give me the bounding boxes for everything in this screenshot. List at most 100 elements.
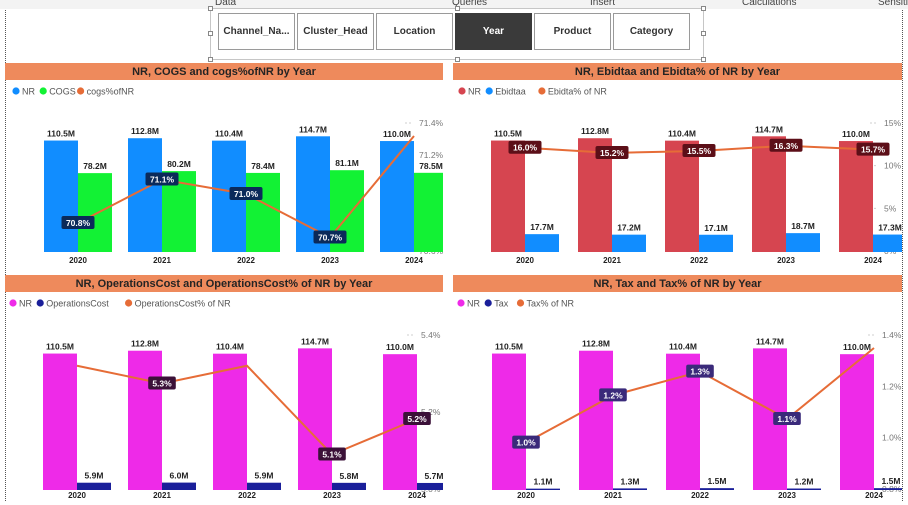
canvas-right-border (902, 10, 903, 501)
chart-nr-ebidtaa-svg: NREbidtaaEbidta% of NR15%10%5%0%110.5M17… (458, 87, 902, 265)
y-axis-tick-label: 1.2% (882, 381, 902, 391)
legend-marker-tax-of-nr (516, 299, 525, 307)
slicer-button-channel-name[interactable]: Channel_Na... (218, 13, 295, 50)
data-label-nr-2024: 110.0M (383, 129, 411, 139)
bar-tax-2022 (700, 488, 734, 490)
legend-marker-nr (12, 87, 20, 95)
data-label-nr-2023: 114.7M (756, 336, 784, 346)
bar-nr-2021 (128, 350, 162, 490)
y-axis-tick-label: 1.4% (882, 330, 902, 340)
line-data-label-operationscost-of-nr-2021: 5.3% (152, 379, 172, 389)
x-axis-tick-label: 2024 (864, 256, 882, 265)
data-label-nr-2020: 110.5M (47, 129, 75, 139)
legend-label-nr: NR (468, 87, 481, 97)
data-label-nr-2022: 110.4M (669, 342, 697, 352)
resize-handle[interactable] (208, 6, 213, 11)
data-label-operationscost-2020: 5.9M (85, 471, 104, 481)
bar-cogs-2020 (78, 173, 112, 252)
x-axis-tick-label: 2024 (408, 491, 426, 500)
data-label-nr-2021: 112.8M (131, 126, 159, 136)
data-label-cogs-2020: 78.2M (83, 161, 107, 171)
x-axis-tick-label: 2023 (323, 491, 341, 500)
bar-operationscost-2020 (77, 482, 111, 490)
legend-label-operationscost: OperationsCost (46, 299, 109, 309)
data-label-nr-2020: 110.5M (46, 342, 74, 352)
resize-handle[interactable] (208, 31, 213, 36)
legend-marker-operationscost (36, 299, 44, 307)
slicer-button-cluster-head[interactable]: Cluster_Head (297, 13, 374, 50)
chart-title: NR, OperationsCost and OperationsCost% o… (5, 275, 443, 292)
chart-title: NR, Ebidtaa and Ebidta% of NR by Year (453, 63, 902, 80)
line-data-label-cogs-ofnr-2022: 71.0% (234, 189, 259, 199)
data-label-tax-2022: 1.5M (708, 476, 727, 486)
bar-tax-2021 (613, 488, 647, 490)
data-label-cogs-2022: 78.4M (251, 161, 275, 171)
line-data-label-tax-of-nr-2021: 1.2% (603, 390, 623, 400)
bar-cogs-2024 (414, 172, 443, 252)
x-axis-tick-label: 2021 (153, 256, 171, 265)
chart-panel-nr-tax[interactable]: NR, Tax and Tax% of NR by Year NR Tax Tax%… (453, 275, 902, 503)
line-data-label-tax-of-nr-2022: 1.3% (690, 367, 710, 377)
bar-nr-2023 (752, 136, 786, 252)
resize-handle[interactable] (455, 57, 460, 62)
line-data-label-cogs-ofnr-2023: 70.7% (318, 233, 343, 243)
x-axis-tick-label: 2021 (153, 491, 171, 500)
data-label-nr-2023: 114.7M (755, 124, 783, 134)
line-data-label-cogs-ofnr-2021: 71.1% (150, 175, 175, 185)
legend-marker-cogs (39, 87, 47, 95)
slicer-button-category[interactable]: Category (613, 13, 690, 50)
data-label-tax-2021: 1.3M (621, 476, 640, 486)
data-label-ebidtaa-2020: 17.7M (530, 222, 554, 232)
data-label-nr-2023: 114.7M (299, 124, 327, 134)
data-label-cogs-2023: 81.1M (335, 158, 359, 168)
chart-panel-nr-cogs[interactable]: NR, COGS and cogs%ofNR by Year NR COGS cog… (5, 63, 443, 268)
legend-label-nr: NR (467, 299, 480, 309)
data-label-ebidtaa-2022: 17.1M (704, 223, 728, 233)
legend-label-ebidtaa: Ebidtaa (495, 87, 526, 97)
line-data-label-operationscost-of-nr-2023: 5.1% (322, 450, 342, 460)
data-label-operationscost-2021: 6.0M (170, 471, 189, 481)
chart-panel-nr-ebidtaa[interactable]: NR, Ebidtaa and Ebidta% of NR by Year NR… (453, 63, 902, 268)
bar-operationscost-2024 (417, 482, 443, 490)
bar-tax-2024 (874, 488, 902, 490)
legend-marker-nr (9, 299, 17, 307)
data-label-cogs-2024: 78.5M (419, 161, 443, 171)
x-axis-tick-label: 2022 (238, 491, 256, 500)
x-axis-tick-label: 2020 (516, 256, 534, 265)
chart-panel-nr-operationscost[interactable]: NR, OperationsCost and OperationsCost% o… (5, 275, 443, 503)
bar-nr-2024 (839, 141, 873, 252)
ribbon-tab-calculations[interactable]: Calculations (742, 0, 796, 8)
chart-nr-cogs-svg: NRCOGScogs%ofNR71.4%71.2%71.0%70.8%70.6%… (12, 87, 443, 265)
ribbon-tab-insert[interactable]: Insert (590, 0, 615, 8)
data-label-cogs-2021: 80.2M (167, 159, 191, 169)
data-label-nr-2021: 112.8M (131, 339, 159, 349)
bar-nr-2022 (213, 353, 247, 490)
data-label-ebidtaa-2023: 18.7M (791, 221, 815, 231)
slicer-button-product[interactable]: Product (534, 13, 611, 50)
ribbon-tab-data[interactable]: Data (215, 0, 236, 8)
resize-handle[interactable] (455, 6, 460, 11)
resize-handle[interactable] (701, 6, 706, 11)
bar-tax-2023 (787, 488, 821, 490)
data-label-nr-2022: 110.4M (668, 129, 696, 139)
slicer-button-year[interactable]: Year (455, 13, 532, 50)
resize-handle[interactable] (701, 57, 706, 62)
legend-label-tax-of-nr: Tax% of NR (527, 299, 575, 309)
bar-nr-2020 (44, 140, 78, 252)
resize-handle[interactable] (701, 31, 706, 36)
bar-ebidtaa-2022 (699, 234, 733, 252)
chart-title: NR, COGS and cogs%ofNR by Year (5, 63, 443, 80)
ribbon-tab-sensitivity[interactable]: Sensiti (878, 0, 908, 8)
bar-operationscost-2023 (332, 482, 366, 490)
x-axis-tick-label: 2024 (405, 256, 423, 265)
data-label-operationscost-2022: 5.9M (255, 471, 274, 481)
data-label-nr-2024: 110.0M (842, 129, 870, 139)
data-label-nr-2023: 114.7M (301, 336, 329, 346)
slicer-button-location[interactable]: Location (376, 13, 453, 50)
legend-marker-nr (457, 299, 465, 307)
bar-cogs-2022 (246, 172, 280, 252)
x-axis-tick-label: 2020 (517, 491, 535, 500)
line-data-label-ebidta-of-nr-2024: 15.7% (861, 145, 886, 155)
x-axis-tick-label: 2023 (778, 491, 796, 500)
resize-handle[interactable] (208, 57, 213, 62)
